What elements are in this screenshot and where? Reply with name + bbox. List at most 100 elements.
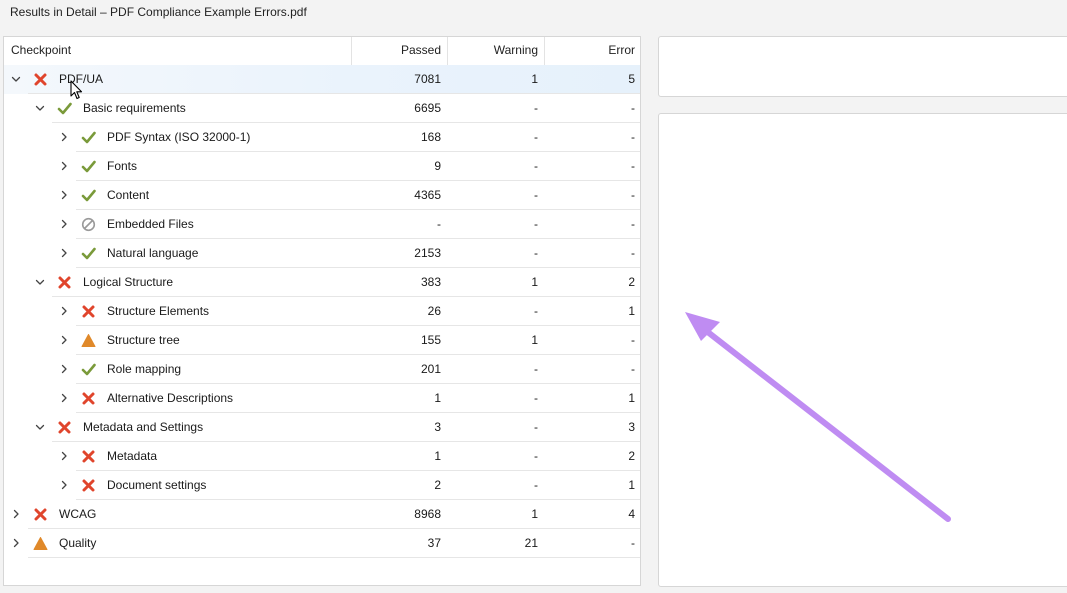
column-header-passed[interactable]: Passed (351, 37, 447, 65)
cross-icon (81, 391, 96, 406)
error-count: - (631, 246, 635, 260)
warning-count: 1 (531, 507, 538, 521)
cross-icon (57, 275, 72, 290)
error-count: - (631, 362, 635, 376)
passed-count: 155 (420, 333, 441, 347)
table-row[interactable]: Alternative Descriptions 1 - 1 (4, 384, 640, 413)
table-row[interactable]: Content 4365 - - (4, 181, 640, 210)
warning-count: - (534, 391, 538, 405)
results-table: Checkpoint Passed Warning Error PDF/UA 70… (3, 36, 641, 586)
chevron-right-icon[interactable] (58, 305, 70, 317)
detail-content-panel (658, 113, 1067, 587)
chevron-right-icon[interactable] (58, 334, 70, 346)
cross-icon (81, 304, 96, 319)
chevron-right-icon[interactable] (58, 450, 70, 462)
warning-count: - (534, 217, 538, 231)
chevron-down-icon[interactable] (34, 421, 46, 433)
error-count: - (631, 130, 635, 144)
warning-count: - (534, 101, 538, 115)
passed-count: 2 (434, 478, 441, 492)
table-row[interactable]: Structure tree 155 1 - (4, 326, 640, 355)
table-row[interactable]: Metadata 1 - 2 (4, 442, 640, 471)
table-row[interactable]: WCAG 8968 1 4 (4, 500, 640, 529)
not-applicable-icon (81, 217, 96, 232)
column-header-checkpoint[interactable]: Checkpoint (11, 37, 71, 65)
passed-count: 3 (434, 420, 441, 434)
passed-count: 4365 (414, 188, 441, 202)
error-count: 4 (628, 507, 635, 521)
passed-count: 26 (427, 304, 441, 318)
checkmark-icon (81, 362, 96, 377)
warning-count: - (534, 478, 538, 492)
table-row[interactable]: Logical Structure 383 1 2 (4, 268, 640, 297)
passed-count: 1 (434, 449, 441, 463)
chevron-right-icon[interactable] (10, 508, 22, 520)
chevron-right-icon[interactable] (58, 131, 70, 143)
checkpoint-label: Logical Structure (83, 275, 174, 289)
table-row[interactable]: Basic requirements 6695 - - (4, 94, 640, 123)
error-count: - (631, 101, 635, 115)
warning-count: - (534, 246, 538, 260)
chevron-right-icon[interactable] (58, 160, 70, 172)
table-header: Checkpoint Passed Warning Error (4, 37, 640, 66)
table-row[interactable]: Role mapping 201 - - (4, 355, 640, 384)
table-row[interactable]: Metadata and Settings 3 - 3 (4, 413, 640, 442)
chevron-down-icon[interactable] (34, 276, 46, 288)
chevron-right-icon[interactable] (58, 479, 70, 491)
chevron-right-icon[interactable] (58, 247, 70, 259)
warning-count: 1 (531, 333, 538, 347)
warning-count: - (534, 420, 538, 434)
chevron-down-icon[interactable] (34, 102, 46, 114)
checkmark-icon (81, 246, 96, 261)
cross-icon (57, 420, 72, 435)
checkpoint-label: Content (107, 188, 150, 202)
checkpoint-label: PDF/UA (59, 72, 104, 86)
checkpoint-label: Role mapping (107, 362, 182, 376)
table-row[interactable]: Fonts 9 - - (4, 152, 640, 181)
cross-icon (33, 72, 48, 87)
error-count: - (631, 333, 635, 347)
checkpoint-label: WCAG (59, 507, 97, 521)
passed-count: 6695 (414, 101, 441, 115)
row-divider (28, 557, 640, 558)
checkpoint-label: Basic requirements (83, 101, 186, 115)
error-count: - (631, 217, 635, 231)
table-row[interactable]: Document settings 2 - 1 (4, 471, 640, 500)
warning-count: - (534, 362, 538, 376)
warning-count: - (534, 159, 538, 173)
checkpoint-label: Structure tree (107, 333, 180, 347)
table-row[interactable]: Structure Elements 26 - 1 (4, 297, 640, 326)
table-row[interactable]: Quality 37 21 - (4, 529, 640, 558)
warning-count: 1 (531, 275, 538, 289)
checkpoint-label: Quality (59, 536, 97, 550)
passed-count: - (437, 217, 441, 231)
checkpoint-label: Structure Elements (107, 304, 210, 318)
table-row[interactable]: PDF Syntax (ISO 32000-1) 168 - - (4, 123, 640, 152)
checkpoint-label: Alternative Descriptions (107, 391, 234, 405)
table-row[interactable]: Natural language 2153 - - (4, 239, 640, 268)
checkpoint-label: Embedded Files (107, 217, 194, 231)
chevron-right-icon[interactable] (58, 189, 70, 201)
checkpoint-label: Metadata (107, 449, 158, 463)
table-row[interactable]: PDF/UA 7081 1 5 (4, 65, 640, 94)
warning-triangle-icon (33, 536, 48, 551)
column-header-error[interactable]: Error (544, 37, 640, 65)
checkmark-icon (57, 101, 72, 116)
chevron-down-icon[interactable] (10, 73, 22, 85)
error-count: 5 (628, 72, 635, 86)
chevron-right-icon[interactable] (58, 392, 70, 404)
error-count: 2 (628, 449, 635, 463)
chevron-right-icon[interactable] (10, 537, 22, 549)
column-header-warning[interactable]: Warning (447, 37, 544, 65)
warning-count: 1 (531, 72, 538, 86)
chevron-right-icon[interactable] (58, 363, 70, 375)
warning-count: - (534, 130, 538, 144)
passed-count: 168 (420, 130, 441, 144)
passed-count: 37 (427, 536, 441, 550)
passed-count: 383 (420, 275, 441, 289)
passed-count: 1 (434, 391, 441, 405)
table-row[interactable]: Embedded Files - - - (4, 210, 640, 239)
checkmark-icon (81, 188, 96, 203)
error-count: - (631, 188, 635, 202)
chevron-right-icon[interactable] (58, 218, 70, 230)
